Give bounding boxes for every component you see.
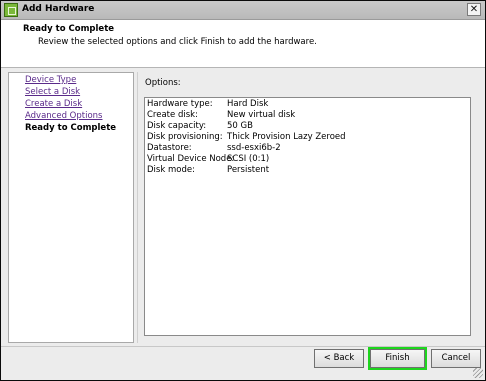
resize-grip-icon[interactable]	[473, 368, 483, 378]
header-subtitle: Review the selected options and click Fi…	[38, 37, 317, 47]
summary-key: Disk provisioning:	[147, 132, 223, 142]
add-hardware-dialog: Add Hardware ✕ Ready to Complete Review …	[0, 0, 486, 381]
header-title: Ready to Complete	[23, 24, 115, 34]
summary-value: Persistent	[227, 165, 270, 175]
summary-value: ssd-esxi6b-2	[227, 143, 281, 153]
summary-key: Create disk:	[147, 110, 198, 120]
summary-key: Datastore:	[147, 143, 192, 153]
cancel-button[interactable]: Cancel	[431, 349, 481, 368]
footer-divider	[1, 346, 485, 347]
summary-value: Hard Disk	[227, 99, 269, 109]
step-select-a-disk[interactable]: Select a Disk	[25, 87, 80, 97]
summary-key: Hardware type:	[147, 99, 213, 109]
options-label: Options:	[145, 78, 181, 88]
options-pane: Options: Hardware type: Hard Disk Create…	[137, 72, 483, 343]
step-create-a-disk[interactable]: Create a Disk	[25, 99, 82, 109]
back-button[interactable]: < Back	[314, 349, 364, 368]
step-advanced-options[interactable]: Advanced Options	[25, 111, 102, 121]
window-title: Add Hardware	[22, 4, 95, 14]
wizard-header: Ready to Complete Review the selected op…	[1, 20, 485, 68]
summary-key: Disk capacity:	[147, 121, 207, 131]
app-icon	[4, 3, 18, 17]
summary-key: Virtual Device Node:	[147, 154, 235, 164]
step-device-type[interactable]: Device Type	[25, 75, 76, 85]
summary-value: 50 GB	[227, 121, 253, 131]
wizard-steps-pane: Device Type Select a Disk Create a Disk …	[8, 72, 134, 343]
summary-value: Thick Provision Lazy Zeroed	[227, 132, 346, 142]
close-icon[interactable]: ✕	[467, 3, 481, 16]
summary-value: SCSI (0:1)	[227, 154, 270, 164]
summary-key: Disk mode:	[147, 165, 195, 175]
finish-button[interactable]: Finish	[368, 347, 427, 370]
step-ready-to-complete: Ready to Complete	[25, 123, 117, 133]
title-bar[interactable]: Add Hardware ✕	[1, 1, 485, 20]
summary-value: New virtual disk	[227, 110, 296, 120]
options-summary-box[interactable]: Hardware type: Hard Disk Create disk: Ne…	[144, 97, 471, 336]
